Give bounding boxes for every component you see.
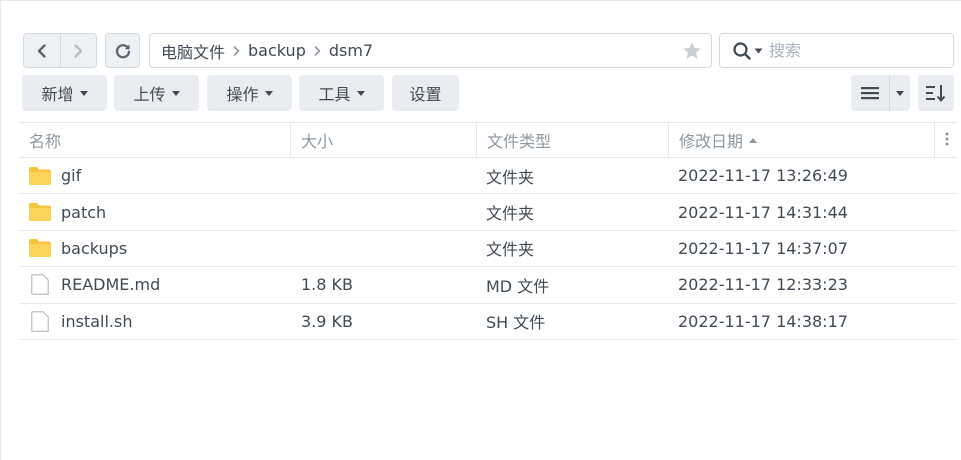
table-row[interactable]: backups 文件夹 2022-11-17 14:37:07 bbox=[19, 231, 957, 268]
chevron-down-icon bbox=[264, 90, 273, 96]
chevron-right-icon bbox=[74, 43, 83, 58]
search-input[interactable] bbox=[769, 41, 929, 60]
file-type: 文件夹 bbox=[486, 167, 535, 187]
create-button[interactable]: 新增 bbox=[22, 75, 107, 111]
file-name: patch bbox=[61, 202, 107, 222]
file-modified: 2022-11-17 12:33:23 bbox=[678, 275, 848, 295]
path-breadcrumb[interactable]: 电脑文件 backup dsm7 bbox=[149, 33, 712, 68]
action-button[interactable]: 操作 bbox=[207, 75, 292, 111]
chevron-down-icon bbox=[171, 90, 180, 96]
sort-ascending-icon bbox=[749, 137, 758, 143]
file-modified: 2022-11-17 13:26:49 bbox=[678, 166, 848, 186]
table-header: 名称 大小 文件类型 修改日期 bbox=[19, 122, 957, 158]
upload-button[interactable]: 上传 bbox=[114, 75, 199, 111]
upload-button-label: 上传 bbox=[133, 85, 166, 104]
file-name-cell: patch bbox=[29, 194, 106, 229]
file-icon bbox=[29, 310, 51, 332]
folder-icon bbox=[29, 165, 51, 187]
tools-button-label: 工具 bbox=[318, 85, 351, 104]
breadcrumb-separator-icon bbox=[314, 45, 321, 57]
file-name: README.md bbox=[61, 275, 161, 295]
file-modified: 2022-11-17 14:37:07 bbox=[678, 238, 848, 258]
sort-icon bbox=[926, 85, 946, 102]
create-button-label: 新增 bbox=[41, 85, 74, 104]
list-view-icon bbox=[861, 87, 879, 100]
folder-icon bbox=[29, 201, 51, 223]
column-header-type[interactable]: 文件类型 bbox=[477, 123, 668, 157]
file-name-cell: gif bbox=[29, 158, 81, 193]
action-button-label: 操作 bbox=[226, 85, 259, 104]
folder-icon bbox=[29, 237, 51, 259]
refresh-icon bbox=[115, 43, 130, 58]
chevron-down-icon[interactable] bbox=[754, 48, 763, 54]
settings-button-label: 设置 bbox=[409, 85, 442, 104]
search-box[interactable] bbox=[719, 33, 954, 68]
file-modified: 2022-11-17 14:38:17 bbox=[678, 311, 848, 331]
view-mode-dropdown[interactable] bbox=[889, 75, 910, 111]
table-row[interactable]: gif 文件夹 2022-11-17 13:26:49 bbox=[19, 158, 957, 195]
chevron-left-icon bbox=[37, 43, 46, 58]
file-size: 1.8 KB bbox=[301, 275, 353, 295]
column-header-label: 大小 bbox=[301, 132, 334, 151]
column-divider[interactable] bbox=[934, 123, 935, 157]
more-vertical-icon[interactable] bbox=[945, 131, 949, 147]
list-view-button[interactable] bbox=[851, 75, 889, 111]
chevron-down-icon bbox=[356, 90, 365, 96]
file-name-cell: backups bbox=[29, 231, 127, 266]
settings-button[interactable]: 设置 bbox=[392, 75, 459, 111]
file-list: 名称 大小 文件类型 修改日期 gif 文件夹 2022-11-17 13:26… bbox=[19, 122, 957, 340]
forward-button[interactable] bbox=[59, 34, 96, 67]
breadcrumb-backup[interactable]: backup bbox=[248, 41, 306, 60]
file-name: gif bbox=[61, 166, 82, 186]
search-icon[interactable] bbox=[732, 41, 752, 61]
file-type: 文件夹 bbox=[486, 204, 535, 224]
chevron-down-icon bbox=[79, 90, 88, 96]
column-header-name[interactable]: 名称 bbox=[19, 123, 290, 157]
view-mode-switch bbox=[851, 75, 910, 111]
column-header-label: 文件类型 bbox=[487, 132, 552, 151]
column-header-modified[interactable]: 修改日期 bbox=[669, 123, 934, 157]
tools-button[interactable]: 工具 bbox=[299, 75, 384, 111]
breadcrumb-separator-icon bbox=[233, 45, 240, 57]
breadcrumb-root[interactable]: 电脑文件 bbox=[161, 39, 225, 63]
refresh-button[interactable] bbox=[105, 33, 140, 68]
table-row[interactable]: install.sh 3.9 KB SH 文件 2022-11-17 14:38… bbox=[19, 304, 957, 340]
chevron-down-icon bbox=[896, 90, 904, 96]
file-type: 文件夹 bbox=[486, 240, 535, 260]
file-size: 3.9 KB bbox=[301, 311, 353, 331]
file-type: MD 文件 bbox=[486, 276, 550, 296]
file-name: install.sh bbox=[61, 311, 133, 331]
star-icon[interactable] bbox=[681, 40, 703, 62]
back-button[interactable] bbox=[24, 34, 60, 67]
table-row[interactable]: patch 文件夹 2022-11-17 14:31:44 bbox=[19, 194, 957, 231]
file-icon bbox=[29, 274, 51, 296]
file-type: SH 文件 bbox=[486, 313, 546, 333]
column-header-label: 名称 bbox=[29, 132, 62, 151]
file-station-window: 电脑文件 backup dsm7 新增 上传 操作 bbox=[0, 0, 961, 460]
history-nav bbox=[23, 33, 97, 68]
file-modified: 2022-11-17 14:31:44 bbox=[678, 202, 848, 222]
column-header-label: 修改日期 bbox=[679, 132, 744, 151]
file-name-cell: install.sh bbox=[29, 304, 132, 339]
file-name-cell: README.md bbox=[29, 267, 160, 302]
file-name: backups bbox=[61, 238, 128, 258]
table-row[interactable]: README.md 1.8 KB MD 文件 2022-11-17 12:33:… bbox=[19, 267, 957, 304]
sort-button[interactable] bbox=[918, 75, 954, 111]
column-header-size[interactable]: 大小 bbox=[291, 123, 476, 157]
breadcrumb-dsm7[interactable]: dsm7 bbox=[329, 41, 373, 60]
